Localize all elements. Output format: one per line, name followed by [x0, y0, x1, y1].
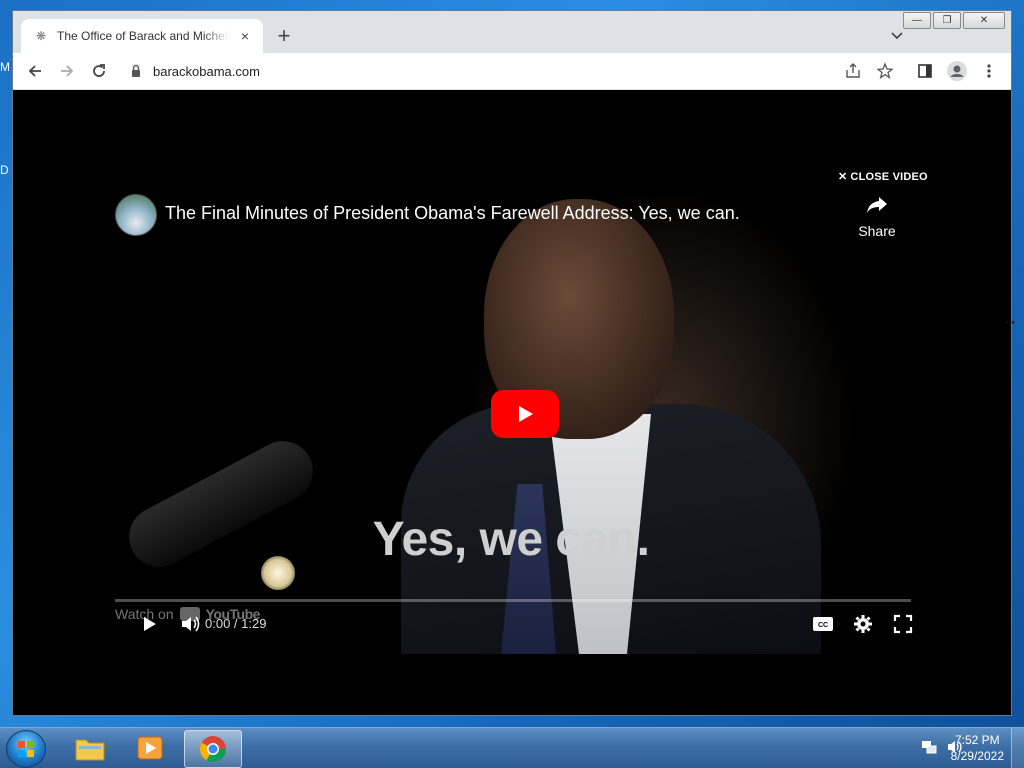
- browser-toolbar: barackobama.com: [13, 53, 1011, 90]
- desktop-icon-label-fragment: D: [0, 163, 9, 177]
- profile-button[interactable]: [945, 59, 969, 83]
- side-panel-icon: [918, 64, 932, 78]
- volume-icon: [182, 616, 200, 632]
- desktop-icon-label-fragment: M: [0, 60, 10, 74]
- burned-in-caption: Yes, we can.: [372, 513, 650, 566]
- volume-button[interactable]: [179, 612, 203, 636]
- bookmark-button[interactable]: [873, 59, 897, 83]
- close-video-button[interactable]: ✕ CLOSE VIDEO: [838, 170, 928, 184]
- channel-avatar[interactable]: [115, 194, 157, 236]
- profile-icon: [947, 61, 967, 81]
- tab-strip: ❋ The Office of Barack and Michelle Obam…: [13, 11, 1011, 53]
- browser-tab[interactable]: ❋ The Office of Barack and Michelle Obam…: [21, 19, 263, 53]
- taskbar-explorer[interactable]: [62, 730, 118, 766]
- new-tab-button[interactable]: +: [273, 25, 295, 47]
- menu-button[interactable]: [977, 59, 1001, 83]
- clock-date: 8/29/2022: [950, 749, 1004, 763]
- large-play-button[interactable]: [491, 390, 559, 438]
- media-player-icon: [137, 736, 163, 760]
- fullscreen-icon: [893, 614, 913, 634]
- star-icon: [876, 62, 894, 79]
- taskbar-clock[interactable]: 7:52 PM 8/29/2022: [951, 732, 1004, 764]
- gear-icon: [854, 615, 872, 633]
- close-icon: ✕: [838, 171, 848, 183]
- seal-icon: ❋: [35, 29, 47, 43]
- tab-search-button[interactable]: [887, 25, 907, 45]
- share-page-button[interactable]: [841, 59, 865, 83]
- kebab-menu-icon: [987, 64, 991, 78]
- tab-title: The Office of Barack and Michelle Obama: [57, 29, 229, 43]
- windows-logo-icon: [18, 741, 34, 757]
- play-pause-button[interactable]: [137, 612, 161, 636]
- svg-text:CC: CC: [818, 622, 828, 629]
- taskbar-chrome[interactable]: [184, 730, 242, 768]
- lock-icon: [132, 64, 140, 77]
- back-button[interactable]: [23, 59, 47, 83]
- video-title[interactable]: The Final Minutes of President Obama's F…: [165, 203, 740, 224]
- reload-icon: [93, 64, 105, 77]
- page-content: ✕ CLOSE VIDEO The Final Minutes of Presi…: [13, 90, 1011, 715]
- resize-cursor-icon: ↔: [1002, 312, 1018, 329]
- taskbar: 7:52 PM 8/29/2022: [0, 727, 1024, 768]
- forward-button[interactable]: [55, 59, 79, 83]
- chevron-down-icon: [891, 32, 903, 40]
- folder-icon: [75, 739, 105, 761]
- start-button[interactable]: [6, 730, 46, 768]
- address-bar[interactable]: barackobama.com: [121, 57, 891, 85]
- progress-bar[interactable]: [115, 599, 911, 602]
- fullscreen-button[interactable]: [891, 612, 915, 636]
- network-icon[interactable]: [920, 738, 938, 756]
- play-icon: [519, 406, 533, 422]
- share-arrow-icon: [867, 197, 887, 213]
- forward-arrow-icon: [61, 65, 74, 77]
- chrome-icon: [199, 736, 227, 763]
- play-icon: [144, 617, 156, 631]
- settings-button[interactable]: [851, 612, 875, 636]
- taskbar-media-player[interactable]: [122, 730, 178, 766]
- reload-button[interactable]: [87, 59, 111, 83]
- time-display: 0:00 / 1:29: [205, 616, 267, 631]
- share-label: Share: [858, 223, 896, 239]
- clock-time: 7:52 PM: [954, 733, 1000, 747]
- player-controls: Watch on YouTube 0:00 / 1:29 CC: [101, 604, 921, 644]
- youtube-player[interactable]: The Final Minutes of President Obama's F…: [101, 194, 921, 654]
- tab-close-button[interactable]: ×: [237, 28, 253, 44]
- url-text: barackobama.com: [153, 63, 260, 79]
- share-video-button[interactable]: Share: [851, 194, 903, 239]
- captions-button[interactable]: CC: [811, 612, 835, 636]
- side-panel-button[interactable]: [913, 59, 937, 83]
- share-icon: [846, 63, 860, 78]
- cc-icon: CC: [813, 617, 833, 631]
- close-video-label: CLOSE VIDEO: [850, 170, 928, 183]
- browser-window: — ❐ ✕ ❋ The Office of Barack and Michell…: [12, 10, 1012, 716]
- show-desktop-button[interactable]: [1011, 728, 1024, 768]
- back-arrow-icon: [28, 65, 41, 77]
